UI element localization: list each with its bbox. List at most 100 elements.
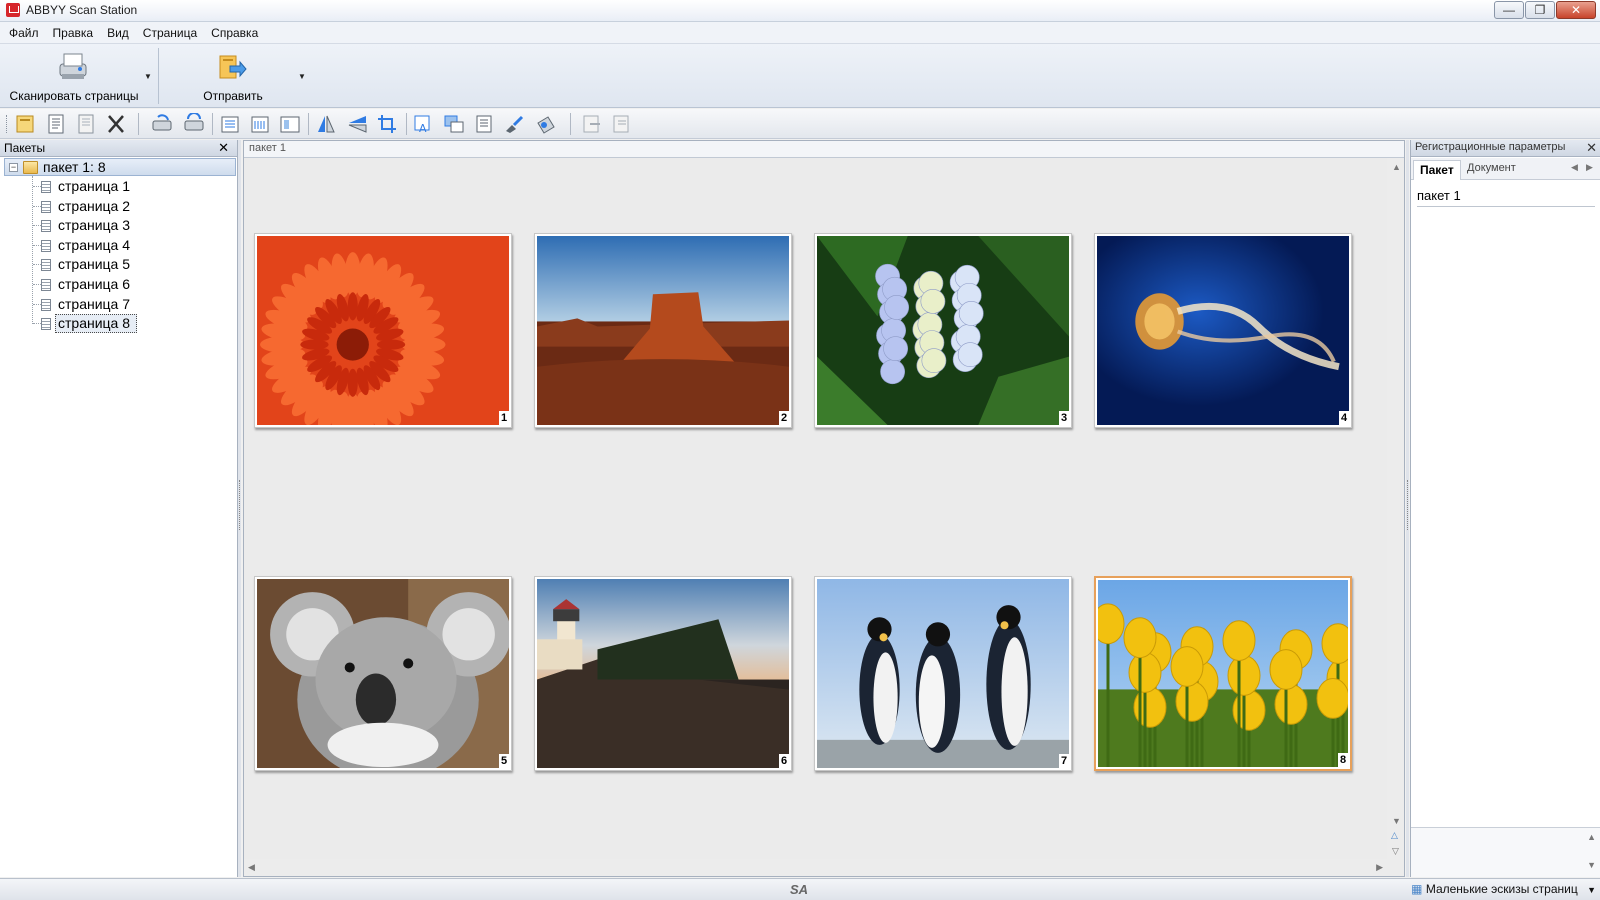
tree-page-item[interactable]: страница 5: [58, 256, 130, 272]
page-icon: [41, 279, 51, 291]
send-button[interactable]: Отправить: [188, 46, 278, 104]
maximize-button[interactable]: ❐: [1525, 1, 1555, 19]
tree-page-item[interactable]: страница 1: [58, 178, 130, 194]
page-thumbnail[interactable]: 7: [814, 576, 1072, 771]
tree-guide-line: [33, 284, 41, 285]
scroll-right-icon[interactable]: ▶: [1376, 862, 1383, 873]
tab-batch[interactable]: Пакет: [1413, 160, 1461, 180]
recognize-icon[interactable]: A: [412, 113, 436, 135]
crop-icon[interactable]: [376, 113, 400, 135]
scroll-down-icon[interactable]: ▼: [1587, 860, 1596, 870]
tree-page-item[interactable]: страница 4: [58, 237, 130, 253]
chevron-down-icon: ▼: [1587, 885, 1596, 895]
page-thumbnail[interactable]: 3: [814, 233, 1072, 428]
page-thumbnail[interactable]: 1: [254, 233, 512, 428]
scan-pages-button[interactable]: Сканировать страницы: [4, 46, 144, 104]
delete-icon[interactable]: [104, 113, 128, 135]
close-panel-icon[interactable]: ✕: [218, 140, 229, 156]
flip-vertical-icon[interactable]: [314, 113, 338, 135]
vertical-scrollbar[interactable]: ▲ ▼ △ ▽: [1387, 158, 1404, 876]
page-number-badge: 5: [499, 754, 509, 768]
registration-panel-title: Регистрационные параметры: [1415, 141, 1566, 153]
tree-page-item[interactable]: страница 7: [58, 296, 130, 312]
document-properties-icon[interactable]: [74, 113, 98, 135]
page-thumbnail[interactable]: 4: [1094, 233, 1352, 428]
scroll-up-icon[interactable]: ▲: [1392, 162, 1401, 172]
ribbon: Сканировать страницы ▼ Отправить ▼: [0, 44, 1600, 108]
scroll-down-icon[interactable]: ▼: [1392, 816, 1401, 826]
close-panel-icon[interactable]: ✕: [1586, 140, 1597, 156]
menu-edit[interactable]: Правка: [46, 26, 101, 40]
menu-bar: Файл Правка Вид Страница Справка: [0, 22, 1600, 44]
page-thumbnail[interactable]: 6: [534, 576, 792, 771]
scroll-up-icon[interactable]: ▲: [1587, 832, 1596, 842]
send-label: Отправить: [203, 89, 263, 103]
menu-help[interactable]: Справка: [204, 26, 265, 40]
rescan-icon[interactable]: [150, 113, 174, 135]
page-layout-icon[interactable]: [278, 113, 302, 135]
send-dropdown-button[interactable]: ▼: [296, 46, 310, 104]
tab-scroll-right-icon[interactable]: ▶: [1586, 162, 1593, 173]
menu-view[interactable]: Вид: [100, 26, 136, 40]
zoom-out-icon[interactable]: ▽: [1392, 846, 1399, 857]
tree-page-item[interactable]: страница 6: [58, 276, 130, 292]
page-icon: [41, 259, 51, 272]
new-document-icon[interactable]: [44, 113, 68, 135]
tree-guide-line: [33, 303, 41, 305]
tree-root-label: пакет 1: 8: [43, 159, 106, 175]
tree-guide-line: [33, 225, 41, 227]
menu-file[interactable]: Файл: [2, 26, 46, 40]
clean-icon[interactable]: [534, 113, 558, 135]
minimize-button[interactable]: —: [1494, 1, 1524, 19]
page-number-badge: 2: [779, 411, 789, 425]
batches-panel: Пакеты ✕ − пакет 1: 8 страница 1 страница…: [0, 140, 238, 877]
split-page-icon[interactable]: [218, 113, 242, 135]
horizontal-scrollbar[interactable]: ◀ ▶: [244, 859, 1389, 876]
scanner-icon: [59, 53, 87, 79]
brush-icon[interactable]: [502, 113, 526, 135]
chevron-down-icon: ▼: [298, 72, 306, 81]
flip-horizontal-icon[interactable]: [346, 113, 370, 135]
page-icon: [41, 220, 51, 233]
rotate-scan-icon[interactable]: [182, 113, 206, 135]
properties-icon[interactable]: [472, 113, 496, 135]
page-thumbnail[interactable]: 8: [1094, 576, 1352, 771]
page-number-badge: 7: [1059, 754, 1069, 768]
tab-scroll-left-icon[interactable]: ◀: [1571, 162, 1578, 173]
right-splitter[interactable]: [1406, 140, 1409, 877]
batch-name-field[interactable]: пакет 1: [1417, 188, 1595, 207]
tree-root-batch[interactable]: − пакет 1: 8: [4, 158, 236, 176]
page-number-badge: 1: [499, 411, 509, 425]
close-icon: ✕: [1570, 3, 1582, 17]
collapse-icon[interactable]: −: [9, 163, 18, 172]
view-mode-selector[interactable]: ▦ Маленькие эскизы страниц ▼: [1411, 882, 1596, 896]
export-icon[interactable]: [580, 113, 604, 135]
toolbar-grip[interactable]: [6, 115, 9, 133]
tree-page-item[interactable]: страница 2: [58, 198, 130, 214]
left-splitter[interactable]: [238, 140, 241, 877]
page-icon: [41, 181, 51, 193]
import-icon[interactable]: [610, 113, 634, 135]
tab-document[interactable]: Документ: [1461, 160, 1522, 180]
tree-page-item[interactable]: страница 8: [58, 315, 130, 331]
tree-guide-line: [33, 264, 41, 266]
view-mode-label: Маленькие эскизы страниц: [1425, 882, 1578, 896]
koala-image: [257, 579, 509, 768]
lighthouse-image: [537, 579, 789, 768]
replace-icon[interactable]: [442, 113, 466, 135]
batches-panel-header: Пакеты ✕: [0, 140, 237, 157]
new-batch-icon[interactable]: [14, 113, 38, 135]
page-thumbnail[interactable]: 2: [534, 233, 792, 428]
page-icon: [41, 200, 51, 213]
close-button[interactable]: ✕: [1556, 1, 1596, 19]
zoom-in-icon[interactable]: △: [1391, 830, 1398, 841]
scroll-left-icon[interactable]: ◀: [248, 862, 255, 873]
tree-page-item[interactable]: страница 3: [58, 217, 130, 233]
tree-guide-line: [33, 244, 41, 246]
menu-page[interactable]: Страница: [136, 26, 204, 40]
scan-dropdown-button[interactable]: ▼: [142, 46, 156, 104]
merge-pages-icon[interactable]: [248, 113, 272, 135]
page-thumbnail[interactable]: 5: [254, 576, 512, 771]
view-mode-icon: ▦: [1411, 882, 1423, 896]
toolbar-separator: [212, 113, 213, 135]
